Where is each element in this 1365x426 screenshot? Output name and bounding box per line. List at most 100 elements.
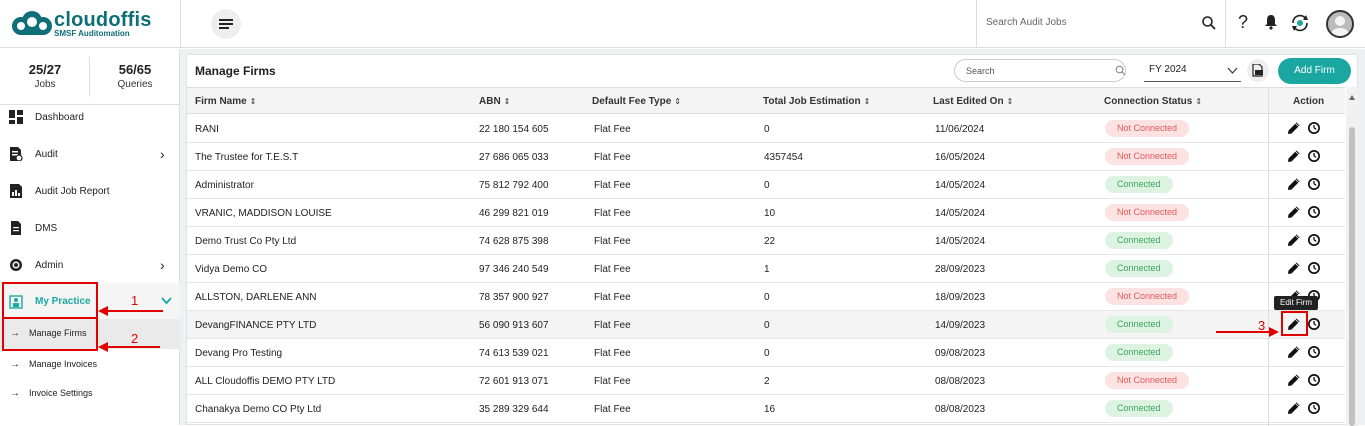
history-clock-icon[interactable] [1307, 345, 1321, 359]
sidebar-item-dashboard[interactable]: Dashboard [0, 99, 180, 136]
cell-job-estimation: 1 [764, 264, 770, 275]
user-avatar[interactable] [1326, 10, 1354, 38]
queries-label: Queries [117, 79, 153, 90]
history-clock-icon[interactable] [1307, 401, 1321, 415]
sort-icon: ⇕ [1006, 97, 1014, 106]
cell-firm-name: Administrator [195, 180, 254, 191]
search-icon[interactable] [1201, 15, 1217, 31]
sort-icon: ⇕ [1195, 97, 1203, 106]
edit-pencil-icon[interactable] [1287, 121, 1301, 135]
cell-abn: 35 289 329 644 [479, 404, 549, 415]
column-header-fee-type[interactable]: Default Fee Type ⇕ [592, 96, 681, 107]
queries-count: 56/65 [118, 62, 152, 77]
scroll-up-icon[interactable] [1349, 95, 1355, 100]
table-row[interactable]: RANI 22 180 154 605 Flat Fee 0 11/06/2024 Not… [187, 115, 1345, 143]
history-clock-icon[interactable] [1307, 205, 1321, 219]
table-row[interactable]: The Trustee for T.E.S.T 27 686 065 033 Fla… [187, 143, 1345, 171]
cell-abn: 75 812 792 400 [479, 180, 549, 191]
firm-search-input[interactable]: Search [954, 59, 1126, 82]
column-header-job-estimation[interactable]: Total Job Estimation ⇕ [763, 96, 870, 107]
edit-firm-tooltip: Edit Firm [1274, 296, 1318, 310]
cell-firm-name: DevangFINANCE PTY LTD [195, 320, 317, 331]
history-clock-icon[interactable] [1307, 317, 1321, 331]
history-clock-icon[interactable] [1307, 261, 1321, 275]
sort-icon: ⇕ [863, 97, 871, 106]
divider [976, 0, 977, 48]
history-clock-icon[interactable] [1307, 149, 1321, 163]
cell-fee-type: Flat Fee [594, 376, 631, 387]
column-header-abn[interactable]: ABN ⇕ [479, 96, 510, 107]
column-header-connection-status[interactable]: Connection Status ⇕ [1104, 96, 1202, 107]
chevron-right-icon[interactable]: › [160, 146, 165, 162]
cell-firm-name: Devang Pro Testing [195, 348, 283, 359]
table-row[interactable]: VRANIC, MADDISON LOUISE 46 299 821 019 Fla… [187, 199, 1345, 227]
table-row[interactable]: Devang Pro Testing 74 613 539 021 Flat Fee… [187, 339, 1345, 367]
status-badge: Connected [1105, 232, 1173, 249]
sidebar-item-audit[interactable]: Audit › [0, 136, 180, 173]
status-badge: Not Connected [1105, 120, 1190, 137]
add-firm-button[interactable]: Add Firm [1278, 58, 1351, 84]
sidebar-item-audit-job-report[interactable]: Audit Job Report [0, 173, 180, 210]
search-audit-jobs-input[interactable]: Search Audit Jobs [986, 17, 1067, 28]
sync-icon[interactable] [1289, 12, 1311, 34]
column-header-last-edited[interactable]: Last Edited On ⇕ [933, 96, 1013, 107]
cell-abn: 27 686 065 033 [479, 152, 549, 163]
table-row[interactable]: DevangFINANCE PTY LTD 56 090 913 607 Flat … [187, 311, 1345, 339]
audit-icon [10, 147, 23, 161]
search-icon [1115, 65, 1126, 76]
brand-tagline: SMSF Auditomation [54, 29, 130, 38]
sidebar: 25/27 Jobs 56/65 Queries Dashboard Audit… [0, 49, 180, 425]
history-clock-icon[interactable] [1307, 121, 1321, 135]
sidebar-subitem-invoice-settings[interactable]: → Invoice Settings [0, 379, 180, 409]
annotation-box-manage-firms [2, 317, 98, 351]
edit-pencil-icon[interactable] [1287, 233, 1301, 247]
divider [1268, 87, 1269, 426]
table-row[interactable]: Chanakya Demo CO Pty Ltd 35 289 329 644 Fl… [187, 395, 1345, 423]
hamburger-menu-button[interactable] [211, 9, 241, 39]
history-clock-icon[interactable] [1307, 177, 1321, 191]
financial-year-select[interactable]: FY 2024 [1144, 59, 1241, 82]
bell-icon[interactable] [1264, 14, 1278, 30]
table-row[interactable]: ALLSTON, DARLENE ANN 78 357 900 927 Flat F… [187, 283, 1345, 311]
cell-fee-type: Flat Fee [594, 320, 631, 331]
chevron-down-icon[interactable] [161, 297, 172, 305]
status-badge: Not Connected [1105, 288, 1190, 305]
edit-pencil-icon[interactable] [1287, 373, 1301, 387]
edit-pencil-icon[interactable] [1287, 205, 1301, 219]
cell-last-edited: 14/05/2024 [935, 208, 986, 219]
edit-pencil-icon[interactable] [1287, 177, 1301, 191]
dashboard-icon [9, 110, 23, 124]
table-row[interactable]: Vidya Demo CO 97 346 240 549 Flat Fee 1 28/0… [187, 255, 1345, 283]
logo[interactable]: cloudoffis SMSF Auditomation [10, 8, 170, 40]
scrollbar-thumb[interactable] [1349, 127, 1355, 426]
sidebar-item-dms[interactable]: DMS [0, 210, 180, 247]
help-icon[interactable]: ? [1238, 12, 1248, 33]
edit-pencil-icon[interactable] [1287, 345, 1301, 359]
edit-pencil-icon[interactable] [1287, 261, 1301, 275]
sidebar-subitem-manage-invoices[interactable]: → Manage Invoices [0, 350, 180, 380]
column-header-firm-name[interactable]: Firm Name ⇕ [195, 96, 256, 107]
cell-job-estimation: 0 [764, 180, 770, 191]
cell-firm-name: The Trustee for T.E.S.T [195, 152, 299, 163]
cell-last-edited: 14/09/2023 [935, 320, 986, 331]
history-clock-icon[interactable] [1307, 373, 1321, 387]
table-row[interactable]: ALL Cloudoffis DEMO PTY LTD 72 601 913 07… [187, 367, 1345, 395]
jobs-label: Jobs [34, 79, 56, 90]
cell-job-estimation: 0 [764, 124, 770, 135]
table-row[interactable]: Administrator 75 812 792 400 Flat Fee 0 14/0… [187, 171, 1345, 199]
table-row[interactable]: Demo Trust Co Pty Ltd 74 628 875 398 Flat … [187, 227, 1345, 255]
jobs-stat: 25/27 Jobs [10, 62, 80, 90]
export-button[interactable] [1247, 59, 1269, 82]
sidebar-item-admin[interactable]: Admin › [0, 247, 180, 284]
sidebar-item-label: DMS [35, 223, 58, 234]
cell-job-estimation: 22 [764, 236, 776, 247]
cell-firm-name: VRANIC, MADDISON LOUISE [195, 208, 332, 219]
history-clock-icon[interactable] [1307, 233, 1321, 247]
cell-last-edited: 14/05/2024 [935, 236, 986, 247]
sort-icon: ⇕ [503, 97, 511, 106]
cell-firm-name: Chanakya Demo CO Pty Ltd [195, 404, 322, 415]
edit-pencil-icon[interactable] [1287, 149, 1301, 163]
cell-fee-type: Flat Fee [594, 180, 631, 191]
edit-pencil-icon[interactable] [1287, 401, 1301, 415]
chevron-right-icon[interactable]: › [160, 257, 165, 273]
